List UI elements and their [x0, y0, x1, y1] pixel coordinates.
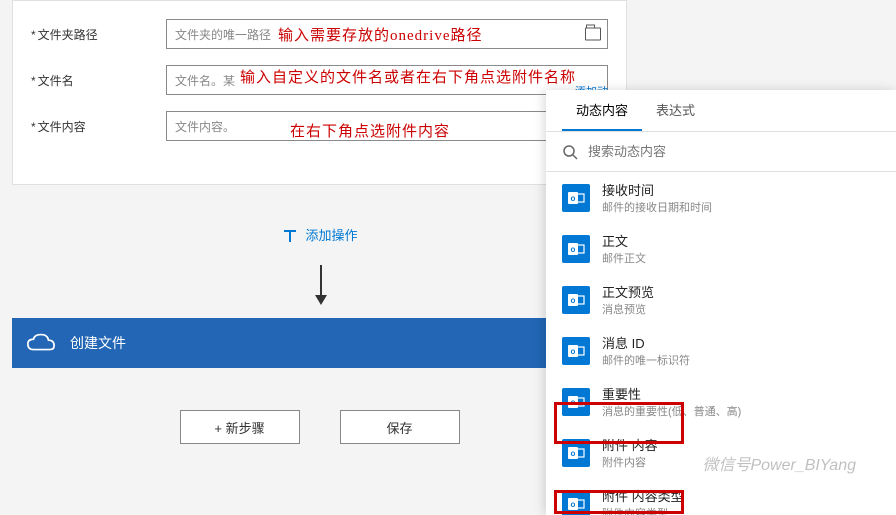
dynamic-item-title: 重要性 [602, 384, 880, 403]
search-input[interactable] [588, 144, 880, 159]
tab-dynamic-content[interactable]: 动态内容 [562, 90, 642, 131]
svg-text:o: o [571, 398, 576, 407]
filecontent-input[interactable]: 文件内容。 [166, 111, 608, 141]
dynamic-item-subtitle: 消息的重要性(低、普通、高) [602, 403, 880, 419]
dynamic-item-subtitle: 邮件正文 [602, 250, 880, 266]
dynamic-item[interactable]: o 正文邮件正文 [546, 223, 896, 274]
dynamic-item-text: 正文预览消息预览 [602, 282, 880, 317]
action-config-card: 文件夹路径 文件夹的唯一路径 文件名 文件名。某 文件内容 文件内容。 添加动 [12, 0, 627, 185]
dynamic-item-text: 接收时间邮件的接收日期和时间 [602, 180, 880, 215]
folder-picker-icon[interactable] [585, 28, 601, 41]
filecontent-label: 文件内容 [31, 118, 166, 135]
field-folder-path: 文件夹路径 文件夹的唯一路径 [31, 19, 608, 49]
dynamic-item-subtitle: 附件内容 [602, 454, 880, 470]
dynamic-item[interactable]: o 附件 内容附件内容 [546, 427, 896, 478]
save-button[interactable]: 保存 [340, 410, 460, 444]
dynamic-item[interactable]: o 接收时间邮件的接收日期和时间 [546, 172, 896, 223]
dynamic-item-text: 重要性消息的重要性(低、普通、高) [602, 384, 880, 419]
svg-text:o: o [571, 500, 576, 509]
dynamic-item-title: 正文预览 [602, 282, 880, 301]
search-row [546, 132, 896, 172]
outlook-icon: o [562, 490, 590, 515]
panel-tabs: 动态内容 表达式 [546, 90, 896, 132]
outlook-icon: o [562, 184, 590, 212]
dynamic-item-text: 附件 内容类型附件内容类型 [602, 486, 880, 515]
create-file-title: 创建文件 [70, 333, 126, 353]
svg-text:o: o [571, 449, 576, 458]
tab-dynamic-label: 动态内容 [576, 100, 628, 119]
dynamic-item-title: 附件 内容 [602, 435, 880, 454]
outlook-icon: o [562, 439, 590, 467]
create-file-header: 创建文件 [12, 318, 627, 368]
dynamic-item-subtitle: 邮件的接收日期和时间 [602, 199, 880, 215]
save-label: 保存 [386, 418, 412, 437]
dynamic-item[interactable]: o 附件 内容类型附件内容类型 [546, 478, 896, 515]
bottom-button-row: + 新步骤 保存 [12, 410, 627, 444]
filename-label: 文件名 [31, 72, 166, 89]
folder-path-input[interactable]: 文件夹的唯一路径 [166, 19, 608, 49]
field-filecontent: 文件内容 文件内容。 [31, 111, 608, 141]
svg-text:o: o [571, 194, 576, 203]
dynamic-item-text: 消息 ID邮件的唯一标识符 [602, 333, 880, 368]
dynamic-item[interactable]: o 消息 ID邮件的唯一标识符 [546, 325, 896, 376]
new-step-label: + 新步骤 [214, 418, 264, 437]
outlook-icon: o [562, 388, 590, 416]
dynamic-item-title: 接收时间 [602, 180, 880, 199]
search-icon [562, 144, 578, 160]
add-action-label: 添加操作 [305, 228, 357, 243]
filecontent-placeholder: 文件内容。 [175, 118, 235, 135]
onedrive-icon [26, 332, 56, 354]
dynamic-item-subtitle: 附件内容类型 [602, 505, 880, 515]
tab-expression[interactable]: 表达式 [642, 90, 709, 131]
create-file-card[interactable]: 创建文件 [12, 318, 627, 368]
dynamic-item-subtitle: 邮件的唯一标识符 [602, 352, 880, 368]
dynamic-item-text: 附件 内容附件内容 [602, 435, 880, 470]
svg-text:o: o [571, 296, 576, 305]
filename-input[interactable]: 文件名。某 [166, 65, 608, 95]
new-step-button[interactable]: + 新步骤 [180, 410, 300, 444]
dynamic-content-panel: 动态内容 表达式 o 接收时间邮件的接收日期和时间 o 正文邮件正文 o 正文预览消息预览… [546, 90, 896, 515]
dynamic-item-text: 正文邮件正文 [602, 231, 880, 266]
outlook-icon: o [562, 337, 590, 365]
dynamic-item-title: 正文 [602, 231, 880, 250]
folder-path-placeholder: 文件夹的唯一路径 [175, 26, 271, 43]
add-action-button[interactable]: 添加操作 [12, 225, 627, 244]
dynamic-item-title: 附件 内容类型 [602, 486, 880, 505]
folder-path-label: 文件夹路径 [31, 26, 166, 43]
tab-expression-label: 表达式 [656, 100, 695, 119]
outlook-icon: o [562, 286, 590, 314]
dynamic-item-subtitle: 消息预览 [602, 301, 880, 317]
svg-text:o: o [571, 347, 576, 356]
outlook-icon: o [562, 235, 590, 263]
flow-arrow-icon [320, 265, 322, 303]
dynamic-item[interactable]: o 正文预览消息预览 [546, 274, 896, 325]
filename-placeholder: 文件名。某 [175, 72, 235, 89]
svg-text:o: o [571, 245, 576, 254]
dynamic-item-title: 消息 ID [602, 333, 880, 352]
dynamic-item[interactable]: o 重要性消息的重要性(低、普通、高) [546, 376, 896, 427]
add-action-icon [281, 230, 299, 244]
field-filename: 文件名 文件名。某 [31, 65, 608, 95]
dynamic-items-list: o接收时间邮件的接收日期和时间o正文邮件正文o正文预览消息预览o消息 ID邮件的… [546, 172, 896, 515]
